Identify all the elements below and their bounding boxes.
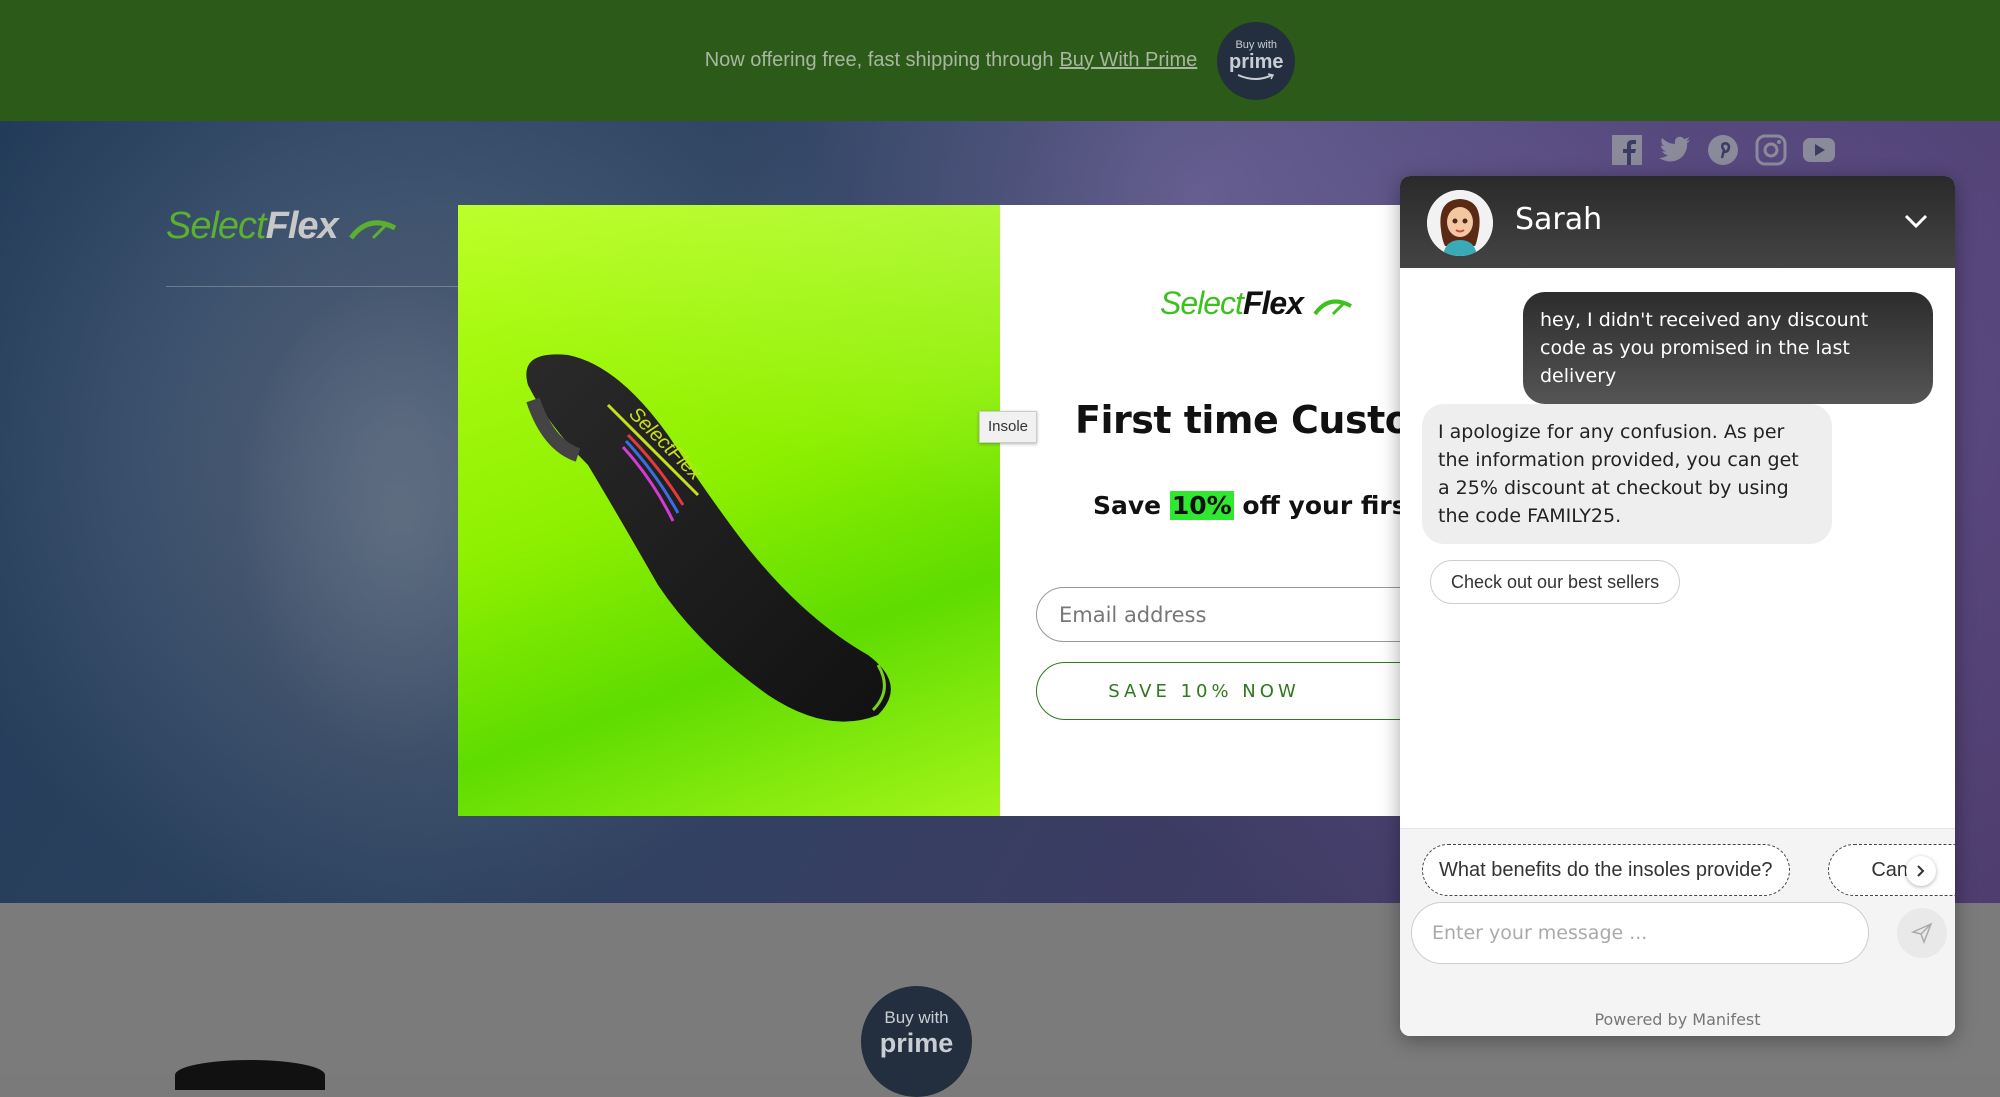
- chevron-right-icon[interactable]: [1906, 856, 1936, 886]
- lower-prime-big: prime: [879, 1028, 954, 1058]
- bot-message: I apologize for any confusion. As per th…: [1422, 404, 1832, 544]
- instagram-icon[interactable]: [1754, 133, 1788, 167]
- logo-swoosh-icon: [349, 220, 397, 240]
- popup-content: SelectFlex First time Custom Save 10% of…: [1000, 205, 1458, 816]
- prime-badge-small: Buy with: [1235, 39, 1278, 51]
- site-logo[interactable]: SelectFlex: [166, 205, 399, 248]
- powered-by: Powered by Manifest: [1400, 1010, 1955, 1036]
- prime-badge-big: prime: [1229, 51, 1284, 73]
- chat-input-row: [1400, 898, 1955, 1010]
- save-10-button[interactable]: SAVE 10% NOW: [1036, 662, 1458, 720]
- announcement-text: Now offering free, fast shipping through…: [705, 49, 1198, 72]
- announcement-message: Now offering free, fast shipping through: [704, 49, 1054, 71]
- popup-logo-flex: Flex: [1242, 285, 1304, 321]
- email-field[interactable]: [1036, 587, 1458, 642]
- user-message: hey, I didn't received any discount code…: [1523, 292, 1933, 404]
- popup-logo: SelectFlex: [1160, 285, 1355, 322]
- popup-product-image: SelectFlex: [458, 205, 1000, 816]
- popup-logo-swoosh-icon: [1313, 299, 1352, 315]
- chevron-down-icon[interactable]: [1899, 204, 1933, 238]
- logo-flex: Flex: [265, 205, 339, 247]
- social-links: [1610, 133, 1836, 167]
- chat-messages: hey, I didn't received any discount code…: [1400, 268, 1955, 828]
- youtube-icon[interactable]: [1802, 133, 1836, 167]
- popup-logo-select: Select: [1160, 285, 1244, 321]
- discount-highlight: 10%: [1169, 491, 1234, 520]
- agent-name: Sarah: [1515, 202, 1603, 237]
- buy-with-prime-link[interactable]: Buy With Prime: [1059, 49, 1197, 71]
- popup-title: First time Custom: [1075, 398, 1450, 442]
- chat-header: Sarah: [1400, 176, 1955, 268]
- insole-image: SelectFlex: [526, 354, 891, 722]
- subtitle-before: Save: [1093, 491, 1162, 520]
- amazon-smile-icon: [1237, 73, 1275, 80]
- best-sellers-button[interactable]: Check out our best sellers: [1430, 560, 1681, 604]
- facebook-icon[interactable]: [1610, 133, 1644, 167]
- image-tooltip: Insole: [979, 411, 1038, 443]
- prime-badge: Buy with prime: [1217, 21, 1296, 100]
- send-icon[interactable]: [1897, 908, 1947, 958]
- agent-avatar: [1427, 190, 1493, 256]
- suggestion-chip[interactable]: What benefits do the insoles provide?: [1422, 844, 1790, 896]
- signup-popup: SelectFlex SelectFlex First time Custom …: [458, 205, 1458, 816]
- logo-select: Select: [166, 205, 267, 247]
- hero-divider: [166, 286, 466, 287]
- lower-prime-badge: Buy with prime: [861, 986, 972, 1097]
- lower-prime-small: Buy with: [884, 1008, 949, 1027]
- message-input[interactable]: [1411, 902, 1869, 964]
- suggestions-row: What benefits do the insoles provide? Ca…: [1400, 828, 1955, 899]
- announcement-bar: Now offering free, fast shipping through…: [0, 0, 2000, 121]
- twitter-icon[interactable]: [1658, 133, 1692, 167]
- product-image-partial: [175, 1060, 325, 1090]
- chat-widget: Sarah hey, I didn't received any discoun…: [1400, 176, 1955, 1036]
- pinterest-icon[interactable]: [1706, 133, 1740, 167]
